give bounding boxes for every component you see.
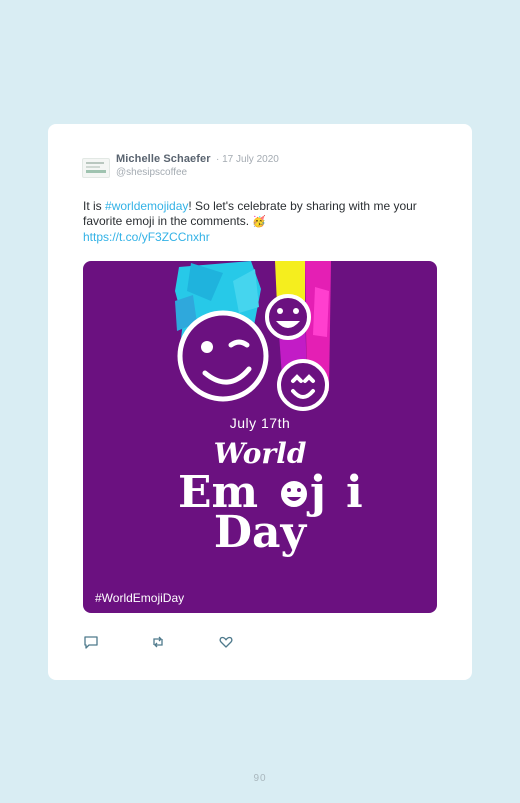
winking-face — [177, 310, 269, 402]
grinning-face — [265, 294, 311, 340]
smiling-face — [277, 359, 329, 411]
author-name[interactable]: Michelle Schaefer — [116, 153, 211, 165]
retweet-icon — [153, 636, 163, 648]
author-handle[interactable]: @shesipscoffee — [116, 167, 187, 178]
tweet-text-intro: It is — [83, 199, 106, 213]
media-title-world: World — [213, 437, 307, 470]
page-number: 90 — [253, 773, 267, 784]
party-emoji: 🥳 — [252, 216, 267, 228]
tweet-text: It is #worldemojiday! So let's celebrate… — [83, 199, 433, 245]
retweet-button[interactable] — [150, 634, 166, 650]
tweet-media-image[interactable]: July 17th World Em j i Day #WorldEmojiDa… — [83, 261, 437, 613]
media-hashtag: #WorldEmojiDay — [95, 591, 185, 605]
reply-button[interactable] — [83, 634, 99, 650]
hashtag-link[interactable]: #worldemojiday — [105, 199, 188, 213]
tweet-url-link[interactable]: https://t.co/yF3ZCCnxhr — [83, 230, 210, 244]
author-avatar[interactable] — [82, 158, 110, 178]
tweet-date: · 17 July 2020 — [216, 154, 279, 165]
speech-bubble-icon — [84, 636, 98, 649]
media-date-text: July 17th — [229, 415, 291, 431]
title-emoji-face — [279, 479, 309, 509]
heart-icon — [219, 636, 233, 648]
tweet-card: Michelle Schaefer · 17 July 2020 @shesip… — [48, 124, 472, 680]
media-title-day: Day — [213, 507, 307, 558]
like-button[interactable] — [218, 634, 234, 650]
